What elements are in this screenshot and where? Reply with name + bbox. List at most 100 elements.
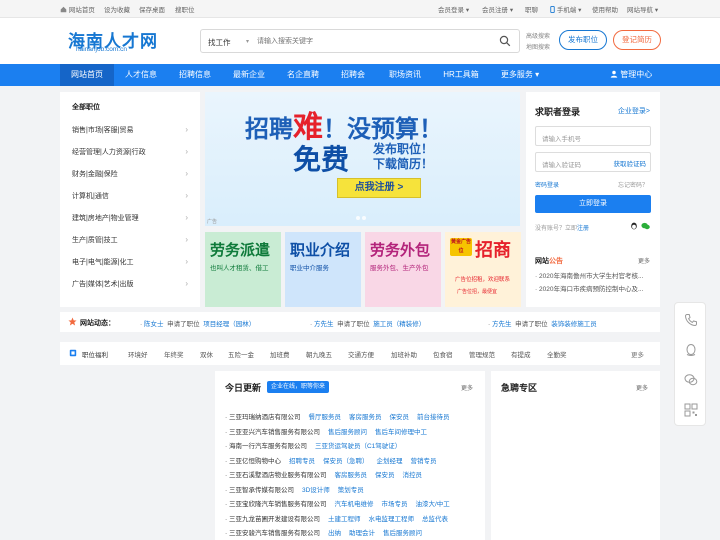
- category-item[interactable]: 广告|媒体|艺术|出版 ›: [72, 279, 192, 289]
- updates-more-link[interactable]: 更多: [461, 383, 473, 392]
- job-link[interactable]: 策划专员: [338, 487, 364, 494]
- job-link[interactable]: 客房服务员: [349, 414, 382, 421]
- job-link[interactable]: 客房服务员: [334, 472, 367, 479]
- company-link[interactable]: · 海南一行汽车服务有限公司: [225, 443, 307, 450]
- advanced-search-link[interactable]: 高级搜索: [526, 31, 550, 40]
- category-item[interactable]: 财务|金融|保险 ›: [72, 169, 192, 179]
- map-search-link[interactable]: 地图搜索: [526, 42, 550, 51]
- job-link[interactable]: 三亚货运驾驶员（C1驾驶证）: [315, 443, 401, 450]
- search-jobs-link[interactable]: 搜职位: [175, 4, 195, 14]
- favorite-link[interactable]: 设为收藏: [104, 4, 130, 14]
- post-job-button[interactable]: 发布职位: [559, 30, 607, 50]
- member-register-link[interactable]: 会员注册 ▾: [482, 4, 513, 14]
- nav-famous-companies[interactable]: 名企直聘: [276, 64, 330, 86]
- job-link[interactable]: 汽车机电维修: [334, 501, 373, 508]
- job-link[interactable]: 总监代表: [422, 516, 448, 523]
- ad-tile-investment[interactable]: 黄金广告位 招商 广告位招租，欢迎联系 广告位招，最便宜: [445, 232, 521, 307]
- category-item[interactable]: 电子|电气|能源|化工 ›: [72, 257, 192, 267]
- forgot-password-link[interactable]: 忘记密码？: [618, 180, 648, 189]
- job-link[interactable]: 助理会计: [349, 530, 375, 537]
- register-link[interactable]: 注册: [577, 226, 589, 232]
- ad-tile-dispatch[interactable]: 劳务派遣 也叫人才租赁、借工: [205, 232, 281, 307]
- home-link[interactable]: 网站首页: [60, 4, 95, 14]
- welfare-tag[interactable]: 双休: [200, 349, 213, 359]
- job-link[interactable]: 保安员（急聘）: [323, 458, 369, 465]
- welfare-tag[interactable]: 包食宿: [433, 349, 453, 359]
- job-link[interactable]: 企划经理: [376, 458, 402, 465]
- nav-news[interactable]: 职场资讯: [378, 64, 432, 86]
- password-login-link[interactable]: 密码登录: [535, 180, 559, 189]
- job-link[interactable]: 油漆大/中工: [415, 501, 449, 508]
- ad-tile-job-agency[interactable]: 职业介绍 职业中介服务: [285, 232, 361, 307]
- qrcode-icon[interactable]: [684, 403, 698, 417]
- phone-input[interactable]: 请输入手机号: [535, 126, 651, 146]
- carousel-dot[interactable]: [356, 216, 360, 220]
- category-item[interactable]: 经营管理|人力资源|行政 ›: [72, 147, 192, 157]
- urgent-more-link[interactable]: 更多: [636, 383, 648, 392]
- carousel-dots[interactable]: [355, 213, 367, 222]
- register-resume-button[interactable]: 登记简历: [613, 30, 661, 50]
- banner-register-button[interactable]: 点我注册 >: [337, 178, 421, 198]
- company-link[interactable]: · 三亚智承传媒有限公司: [225, 487, 294, 494]
- nav-home[interactable]: 网站首页: [60, 64, 114, 86]
- company-link[interactable]: · 三亚安骏汽车销售服务有限公司: [225, 530, 320, 537]
- category-item[interactable]: 计算机|通信 ›: [72, 191, 192, 201]
- ad-tile-outsourcing[interactable]: 劳务外包 服务外包、生产外包: [365, 232, 441, 307]
- get-code-button[interactable]: 获取验证码: [614, 158, 647, 168]
- job-link[interactable]: 市场专员: [381, 501, 407, 508]
- company-link[interactable]: · 三亚亿恒购物中心: [225, 458, 281, 465]
- search-input[interactable]: [257, 34, 487, 49]
- welfare-tag[interactable]: 交通方便: [348, 349, 374, 359]
- category-item[interactable]: 生产|质管|技工 ›: [72, 235, 192, 245]
- dynamics-item[interactable]: · 陈女士 申请了职位 项目经理（园林）: [140, 318, 255, 328]
- welfare-tag[interactable]: 五险一金: [228, 349, 254, 359]
- notice-item[interactable]: · 2020年海南儋州市大学生村官考核...: [535, 270, 655, 280]
- dynamics-item[interactable]: · 方先生 申请了职位 施工员（精装修）: [310, 318, 425, 328]
- welfare-tag[interactable]: 朝九晚五: [306, 349, 332, 359]
- wechat-icon[interactable]: [641, 222, 650, 230]
- job-link[interactable]: 售后服务顾问: [328, 429, 367, 436]
- job-link[interactable]: 消控员: [402, 472, 422, 479]
- search-icon[interactable]: [499, 35, 511, 47]
- site-nav-link[interactable]: 网站导航 ▾: [627, 4, 658, 14]
- help-link[interactable]: 使用帮助: [592, 4, 618, 14]
- welfare-tag[interactable]: 有提成: [511, 349, 531, 359]
- job-link[interactable]: 售后服务顾问: [383, 530, 422, 537]
- job-link[interactable]: 招聘专员: [289, 458, 315, 465]
- dynamics-item[interactable]: · 方先生 申请了职位 装饰装修施工员: [488, 318, 597, 328]
- nav-more-services[interactable]: 更多服务 ▾: [490, 64, 550, 86]
- category-item[interactable]: 销售|市场|客服|贸易 ›: [72, 125, 192, 135]
- chat-link[interactable]: 职聊: [525, 4, 538, 14]
- promo-banner[interactable]: 招聘难！没预算！ 免费 发布职位！ 下载简历！ 点我注册 > 广告: [205, 92, 520, 226]
- company-link[interactable]: · 三亚亚兴汽车销售服务有限公司: [225, 429, 320, 436]
- welfare-tag[interactable]: 年终奖: [164, 349, 184, 359]
- qq-icon[interactable]: [684, 343, 698, 357]
- employer-login-link[interactable]: 企业登录>: [618, 106, 650, 116]
- wechat-icon[interactable]: [684, 373, 698, 387]
- company-link[interactable]: · 三亚玛瑞纳酒店有限公司: [225, 414, 300, 421]
- welfare-more-link[interactable]: 更多: [631, 349, 644, 359]
- welfare-tag[interactable]: 管理规范: [469, 349, 495, 359]
- login-button[interactable]: 立即登录: [535, 195, 651, 213]
- job-link[interactable]: 保安员: [389, 414, 409, 421]
- job-link[interactable]: 出纳: [328, 530, 341, 537]
- company-link[interactable]: · 三亚石溪墅酒店物业服务有限公司: [225, 472, 326, 479]
- carousel-dot[interactable]: [362, 216, 366, 220]
- job-link[interactable]: 营销专员: [410, 458, 436, 465]
- job-link[interactable]: 保安员: [375, 472, 395, 479]
- nav-companies[interactable]: 最新企业: [222, 64, 276, 86]
- job-link[interactable]: 3D设计师: [302, 487, 330, 494]
- welfare-tag[interactable]: 加班补助: [391, 349, 417, 359]
- job-link[interactable]: 土建工程师: [328, 516, 361, 523]
- qq-icon[interactable]: [630, 222, 638, 230]
- notice-more-link[interactable]: 更多: [638, 256, 650, 265]
- member-login-link[interactable]: 会员登录 ▾: [438, 4, 469, 14]
- welfare-tag[interactable]: 环境好: [128, 349, 148, 359]
- company-link[interactable]: · 三亚宝欣隆汽车销售服务有限公司: [225, 501, 326, 508]
- job-link[interactable]: 水电监理工程师: [368, 516, 414, 523]
- job-link[interactable]: 售后车间修理中工: [375, 429, 427, 436]
- mobile-link[interactable]: 手机端 ▾: [550, 4, 581, 14]
- welfare-tag[interactable]: 全勤奖: [547, 349, 567, 359]
- save-desktop-link[interactable]: 保存桌面: [139, 4, 165, 14]
- notice-item[interactable]: · 2020年海口市疾病预防控制中心及...: [535, 283, 655, 293]
